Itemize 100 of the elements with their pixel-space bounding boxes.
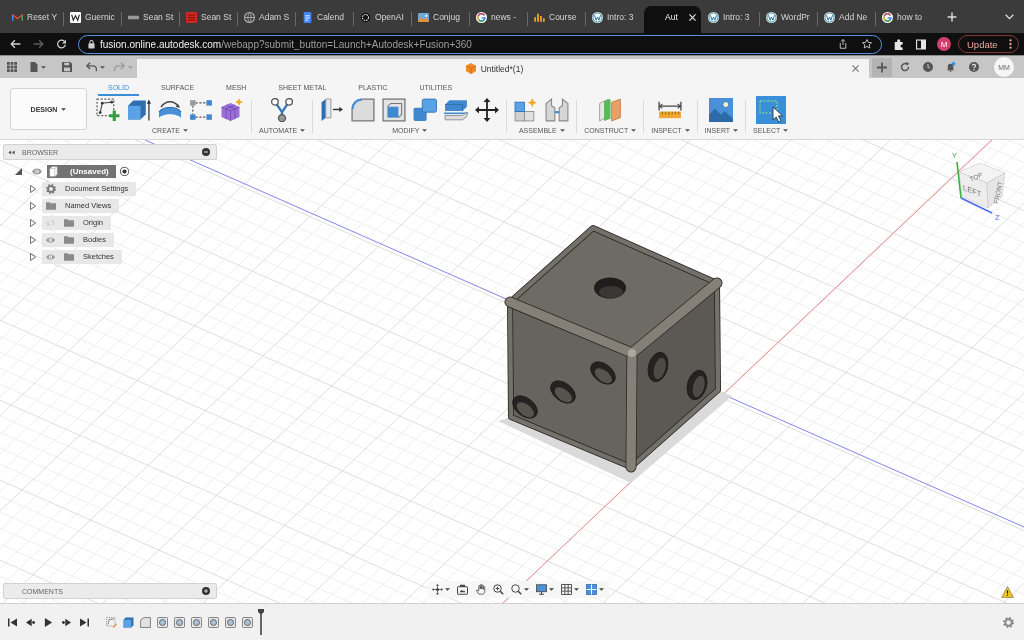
hole-icon[interactable]: [157, 616, 168, 628]
browser-tab[interactable]: Intro: 3: [702, 6, 759, 33]
hole-icon[interactable]: [242, 616, 253, 628]
play-icon[interactable]: [44, 617, 53, 627]
undo-icon[interactable]: [86, 62, 97, 72]
more-icon[interactable]: [1009, 39, 1012, 49]
lock-icon[interactable]: [88, 39, 95, 49]
square-pattern-icon[interactable]: [189, 98, 213, 122]
caret-icon[interactable]: [549, 588, 554, 591]
back-arrow-icon[interactable]: [10, 39, 21, 49]
share-icon[interactable]: [838, 39, 848, 49]
warning-icon[interactable]: [1001, 586, 1014, 598]
monitor-icon[interactable]: [536, 584, 547, 595]
plus-icon[interactable]: [872, 57, 892, 77]
hole-icon[interactable]: [208, 616, 219, 628]
caret-icon[interactable]: [783, 129, 789, 132]
minus-circle-icon[interactable]: [202, 148, 210, 156]
chevron-down-icon[interactable]: [1005, 14, 1014, 20]
caret-icon[interactable]: [733, 129, 739, 132]
orbit-icon[interactable]: [432, 584, 443, 595]
step-back-icon[interactable]: [26, 617, 35, 627]
hole-icon[interactable]: [191, 616, 202, 628]
forward-arrow-icon[interactable]: [33, 39, 44, 49]
browser-tab[interactable]: WordPr: [760, 6, 817, 33]
browser-tab[interactable]: Calend: [296, 6, 353, 33]
tree-item[interactable]: (Unsaved): [47, 165, 116, 178]
reload-icon[interactable]: [56, 39, 67, 49]
eye-icon[interactable]: [32, 168, 42, 175]
browser-tab[interactable]: OpenAI: [354, 6, 411, 33]
joint-pieces-icon[interactable]: [545, 98, 570, 122]
hand-icon[interactable]: [475, 584, 486, 595]
split-slab-icon[interactable]: [444, 98, 469, 122]
caret-icon[interactable]: [684, 129, 690, 132]
browser-tab[interactable]: how to: [876, 6, 933, 33]
browser-tab[interactable]: Sean St: [122, 6, 179, 33]
clock-icon[interactable]: [923, 62, 933, 72]
hole-icon[interactable]: [225, 616, 236, 628]
rounded-block-icon[interactable]: [140, 616, 151, 628]
cube-sparkle-icon[interactable]: [220, 98, 244, 122]
caret-icon[interactable]: [574, 588, 579, 591]
caret-icon[interactable]: [559, 129, 565, 132]
step-forward-icon[interactable]: [62, 617, 71, 627]
caret-icon[interactable]: [182, 129, 188, 132]
skip-to-start-icon[interactable]: [8, 617, 17, 627]
circular-arrow-icon[interactable]: [900, 62, 910, 72]
browser-tab[interactable]: Intro: 3: [586, 6, 643, 33]
browser-tab[interactable]: Sean St: [180, 6, 237, 33]
collapse-icon[interactable]: [8, 149, 15, 155]
timeline-marker[interactable]: [258, 609, 264, 635]
settings-icon[interactable]: [1003, 616, 1014, 628]
update-button[interactable]: Update: [958, 35, 1019, 53]
expand-triangle-icon[interactable]: [30, 184, 36, 193]
hole-icon[interactable]: [174, 616, 185, 628]
caret-icon[interactable]: [300, 129, 306, 132]
look-at-icon[interactable]: [457, 584, 468, 595]
selection-cursor-icon[interactable]: [755, 96, 786, 124]
caret-icon[interactable]: [100, 65, 105, 69]
profile-avatar[interactable]: M: [937, 37, 951, 51]
caret-icon[interactable]: [61, 107, 67, 111]
star-icon[interactable]: [862, 39, 872, 49]
puzzle-icon[interactable]: [894, 38, 904, 50]
box-arrow-icon[interactable]: [127, 98, 151, 122]
caret-icon[interactable]: [599, 588, 604, 591]
sidebar-icon[interactable]: [916, 38, 926, 50]
sketch-plus-icon[interactable]: [96, 98, 120, 122]
browser-tab[interactable]: Add Ne: [818, 6, 875, 33]
hollow-box-icon[interactable]: [382, 98, 407, 122]
caret-icon[interactable]: [422, 129, 428, 132]
skip-to-end-icon[interactable]: [80, 617, 89, 627]
browser-tab[interactable]: Guernic: [64, 6, 121, 33]
app-grid-icon[interactable]: [7, 62, 17, 72]
caret-icon[interactable]: [631, 129, 637, 132]
browser-tab[interactable]: news -: [470, 6, 527, 33]
bell-icon[interactable]: [946, 62, 956, 72]
magnifier-icon[interactable]: [511, 584, 522, 595]
window-grid-icon[interactable]: [586, 584, 597, 595]
grid-icon[interactable]: [561, 584, 572, 595]
browser-tab[interactable]: Conjug: [412, 6, 469, 33]
node-graph-icon[interactable]: [270, 98, 295, 122]
file-icon[interactable]: [30, 62, 38, 72]
browser-tab[interactable]: Reset Y: [6, 6, 63, 33]
help-icon[interactable]: [969, 62, 979, 72]
plus-icon[interactable]: [947, 12, 957, 22]
browser-tab[interactable]: Adam S: [238, 6, 295, 33]
cubes-sparkle-icon[interactable]: [514, 98, 539, 122]
move-arrows-icon[interactable]: [475, 98, 500, 122]
picture-icon[interactable]: [709, 98, 734, 122]
browser-tab[interactable]: Course: [528, 6, 585, 33]
target-icon[interactable]: [119, 167, 129, 176]
rounded-block-icon[interactable]: [351, 98, 376, 122]
panel-arrow-icon[interactable]: [320, 98, 345, 122]
caret-icon[interactable]: [41, 65, 46, 69]
zoom-in-icon[interactable]: [493, 584, 504, 595]
caret-icon[interactable]: [445, 588, 450, 591]
box-icon[interactable]: [123, 616, 134, 628]
expand-triangle-icon[interactable]: [30, 235, 36, 244]
expand-triangle-icon[interactable]: [30, 201, 36, 210]
save-icon[interactable]: [62, 62, 72, 72]
caret-icon[interactable]: [524, 588, 529, 591]
expand-triangle-icon[interactable]: [15, 168, 22, 175]
